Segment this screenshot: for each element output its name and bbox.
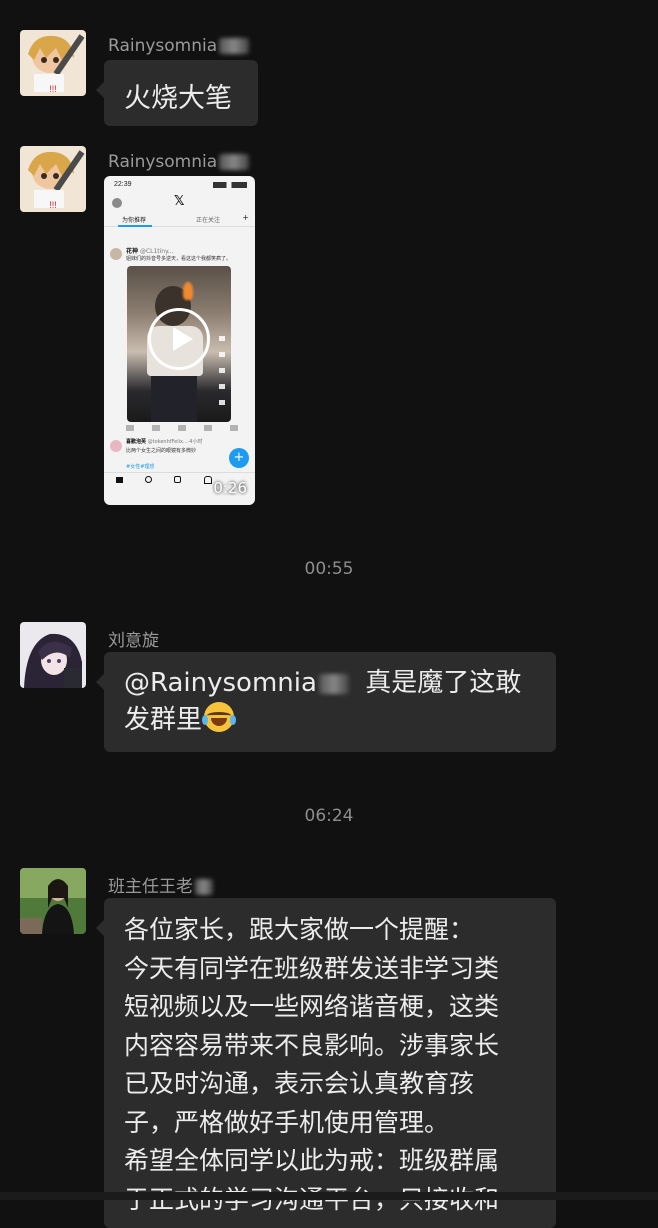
blurred-name-suffix bbox=[195, 879, 213, 895]
bottom-bar bbox=[0, 1192, 658, 1200]
avatar[interactable] bbox=[20, 868, 86, 934]
message-text: 各位家长，跟大家做一个提醒： 今天有同学在班级群发送非学习类 短视频以及一些网络… bbox=[124, 915, 500, 1214]
message-4: 班主任王老 各位家长，跟大家做一个提醒： 今天有同学在班级群发送非学习类 短视频… bbox=[0, 0, 658, 1228]
message-bubble[interactable]: 各位家长，跟大家做一个提醒： 今天有同学在班级群发送非学习类 短视频以及一些网络… bbox=[96, 898, 556, 1228]
sender-name: 班主任王老 bbox=[108, 872, 213, 897]
